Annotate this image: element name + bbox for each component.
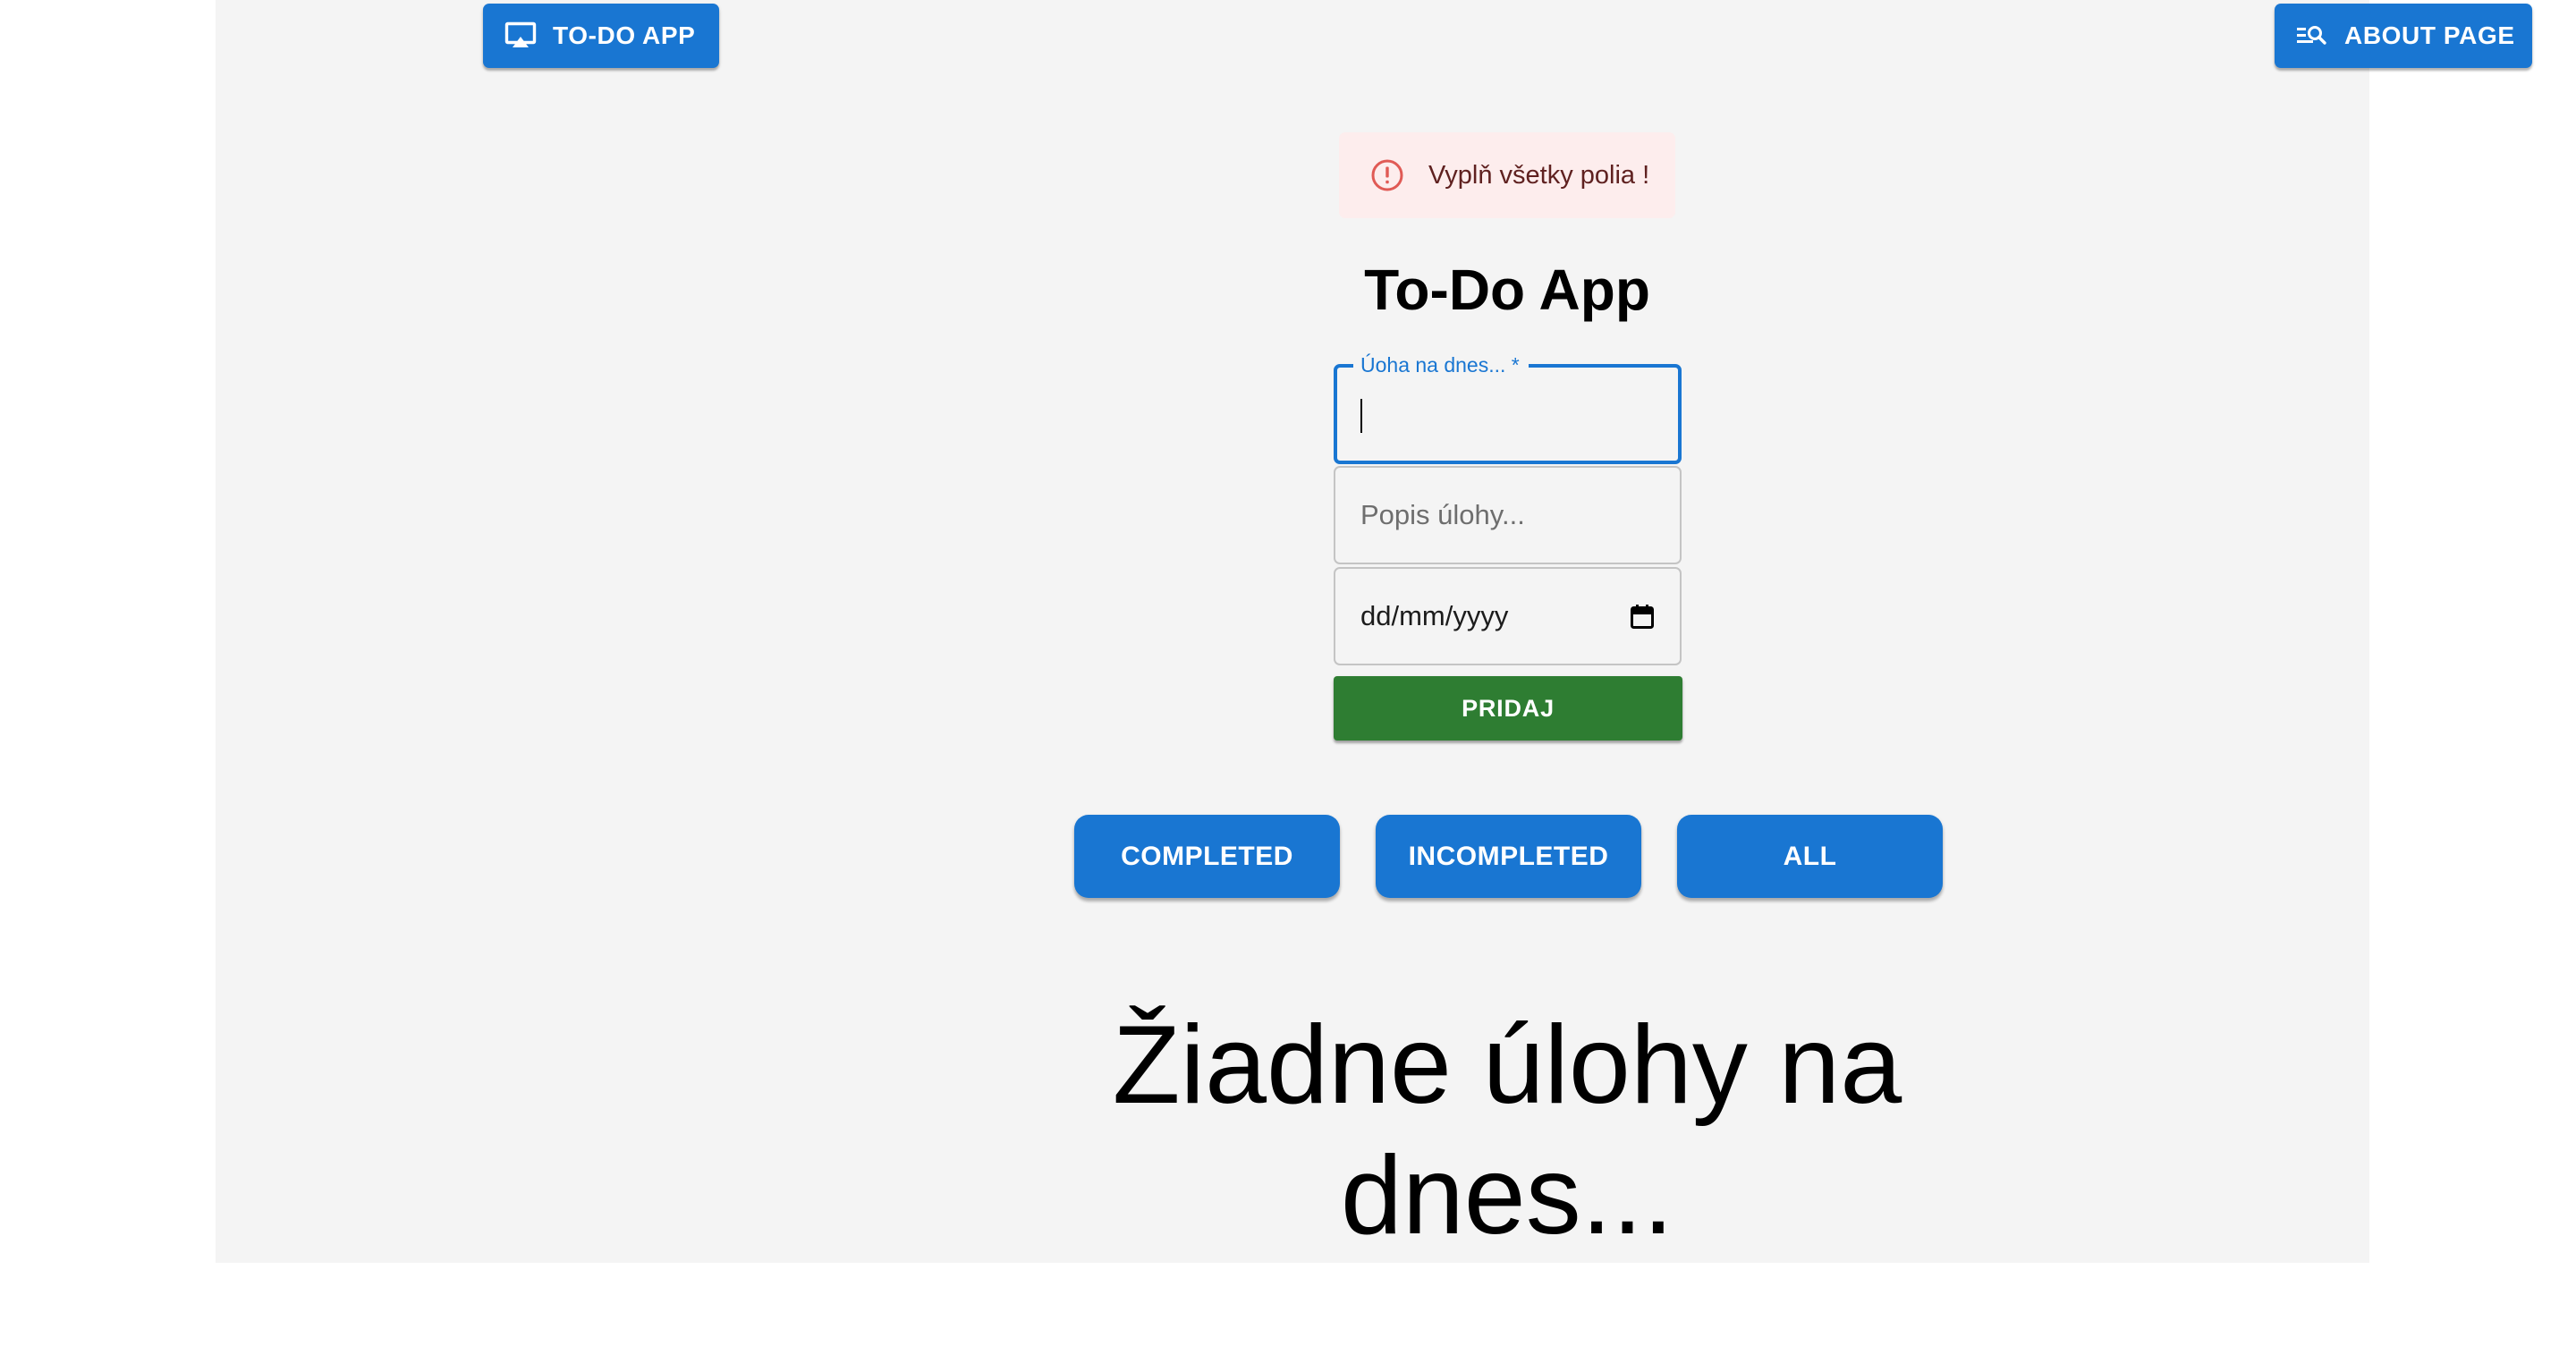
manage-search-icon: [2297, 26, 2326, 45]
empty-state-message: Žiadne úlohy na dnes...: [1112, 1003, 1902, 1257]
date-input[interactable]: dd/mm/yyyy: [1334, 567, 1682, 665]
about-page-nav-label: ABOUT PAGE: [2344, 21, 2515, 49]
app-panel: TO-DO APP ABOUT PAGE Vyplň všetky polia …: [216, 0, 2532, 1263]
add-task-button[interactable]: PRIDAJ: [1334, 676, 1682, 741]
calendar-icon[interactable]: [1629, 604, 1656, 631]
description-input[interactable]: Popis úlohy...: [1334, 466, 1682, 564]
filter-incompleted-button[interactable]: INCOMPLETED: [1376, 815, 1641, 898]
text-cursor: [1360, 399, 1362, 433]
page-title: To-Do App: [1364, 258, 1650, 322]
date-placeholder: dd/mm/yyyy: [1360, 600, 1509, 631]
todo-app-nav-button[interactable]: TO-DO APP: [483, 4, 719, 68]
about-page-nav-button[interactable]: ABOUT PAGE: [2275, 4, 2532, 68]
task-input-label: Úoha na dnes... *: [1353, 349, 1529, 381]
alert-message: Vyplň všetky polia !: [1428, 160, 1650, 190]
todo-app-nav-label: TO-DO APP: [553, 21, 696, 49]
airplay-icon: [504, 21, 537, 47]
description-placeholder: Popis úlohy...: [1360, 499, 1525, 530]
error-alert: Vyplň všetky polia !: [1339, 132, 1675, 218]
error-outline-icon: [1371, 159, 1403, 191]
task-input[interactable]: Úoha na dnes... *: [1334, 349, 1682, 464]
filter-all-button[interactable]: ALL: [1677, 815, 1943, 898]
filter-completed-button[interactable]: COMPLETED: [1074, 815, 1340, 898]
